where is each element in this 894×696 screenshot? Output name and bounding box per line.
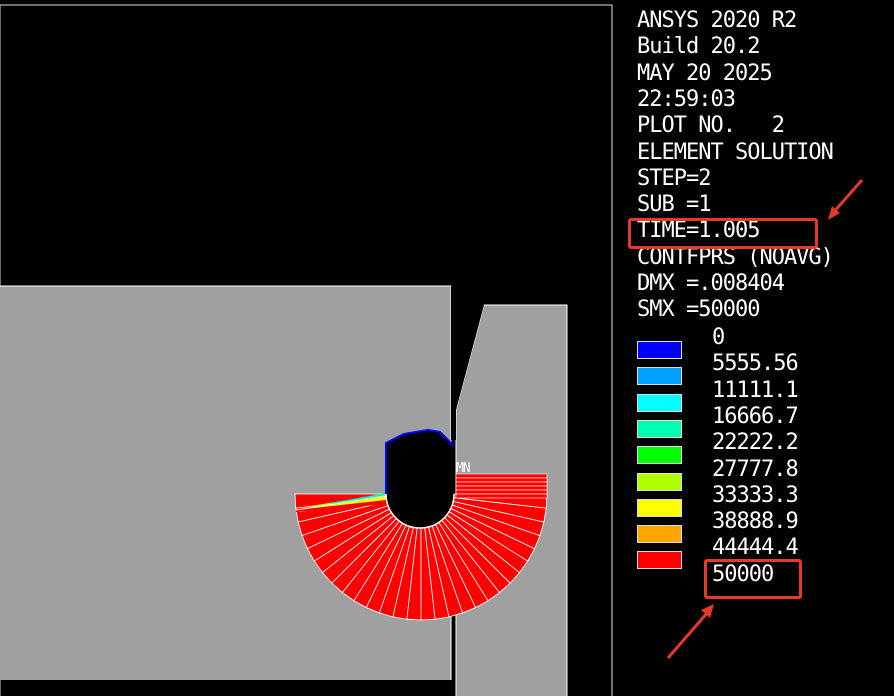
arrow-to-max (666, 604, 714, 659)
arrow-to-time (828, 179, 864, 220)
annotation-arrows (666, 179, 864, 659)
